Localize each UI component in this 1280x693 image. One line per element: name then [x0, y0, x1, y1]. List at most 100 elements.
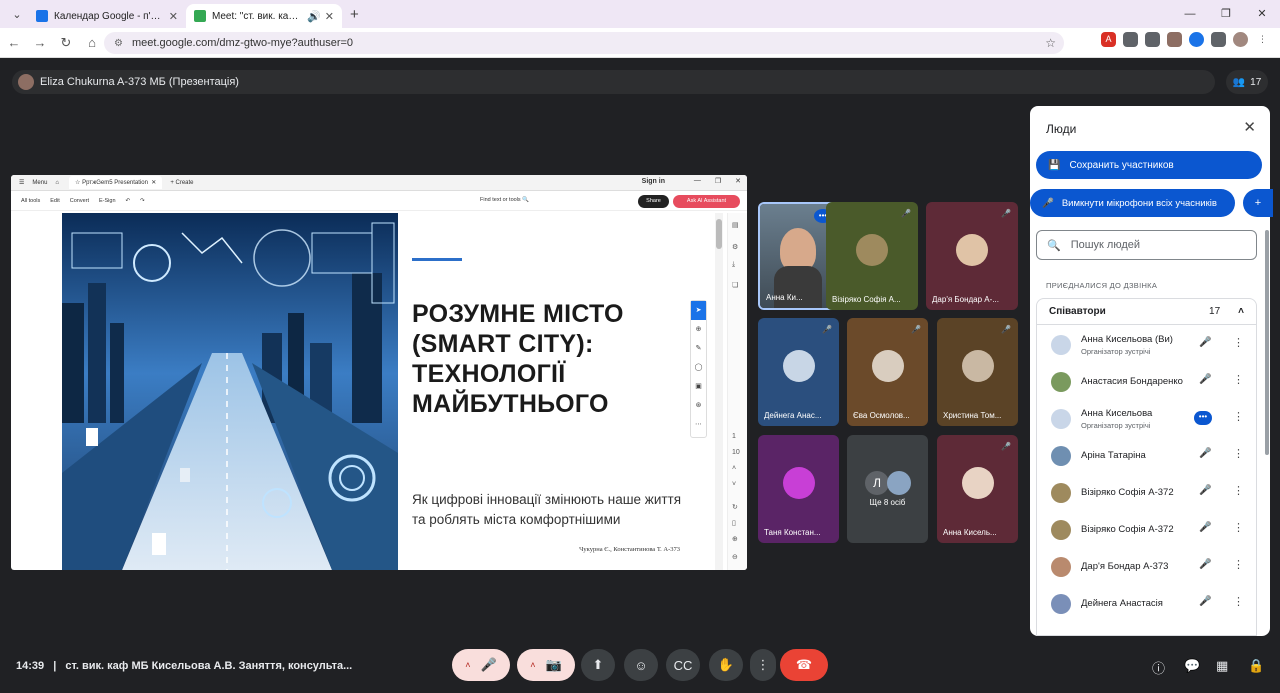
- participant-tile[interactable]: 🎤 Анна Кисель...: [937, 435, 1018, 543]
- home-icon[interactable]: ⌂: [80, 35, 104, 50]
- list-item[interactable]: Анастасия Бондаренко 🎤 ⋮: [1037, 363, 1256, 399]
- list-item[interactable]: Візіряко Софія А-372 🎤 ⋮: [1037, 511, 1256, 547]
- participant-tile[interactable]: 🎤 Дар'я Бондар А-...: [926, 202, 1018, 310]
- list-item[interactable]: Анна Кисельова Організатор зустрічі ••• …: [1037, 400, 1256, 436]
- site-info-icon[interactable]: ⚙: [114, 38, 123, 49]
- more-options-icon[interactable]: ⋮: [1233, 336, 1244, 349]
- participant-tile[interactable]: 🎤 Христина Том...: [937, 318, 1018, 426]
- people-icon: 👥: [1232, 76, 1246, 88]
- avatar: [1051, 446, 1071, 466]
- tab-meet[interactable]: Meet: "ст. вик. каф МБ Кисе 🔊 ✕: [186, 4, 342, 28]
- new-tab-button[interactable]: +: [350, 6, 359, 23]
- add-people-button[interactable]: +: [1243, 189, 1273, 217]
- list-item[interactable]: Дейнега Анастасія 🎤 ⋮: [1037, 585, 1256, 621]
- camera-off-icon: 📷: [545, 657, 562, 672]
- avatar: [856, 234, 888, 266]
- info-icon[interactable]: ⓘ: [1152, 658, 1165, 677]
- more-participants-tile[interactable]: Л Ще 8 осіб: [847, 435, 928, 543]
- profile-avatar[interactable]: [1233, 32, 1248, 47]
- more-options-icon[interactable]: ⋮: [1233, 558, 1244, 571]
- chat-icon[interactable]: 💬: [1184, 658, 1200, 674]
- url-field[interactable]: ⚙ meet.google.com/dmz-gtwo-mye?authuser=…: [104, 32, 1064, 54]
- menu-icon: ☰: [19, 180, 25, 186]
- mic-off-icon[interactable]: 🎤: [1199, 522, 1211, 533]
- close-icon: ✕: [147, 180, 157, 186]
- list-item[interactable]: Візіряко Софія А-372 🎤 ⋮: [1037, 474, 1256, 510]
- chevron-up-icon[interactable]: ˄: [530, 660, 535, 670]
- menu-icon[interactable]: ⋮: [1255, 32, 1270, 47]
- participant-tile[interactable]: 🎤 Візіряко Софія А...: [826, 202, 918, 310]
- mic-off-icon: 🎤: [480, 657, 497, 672]
- avatar: [961, 350, 994, 382]
- avatar: [956, 234, 988, 266]
- mic-off-icon[interactable]: 🎤: [1199, 559, 1211, 570]
- more-options-button[interactable]: ⋮: [750, 649, 776, 681]
- window-close-icon[interactable]: ✕: [1244, 0, 1280, 28]
- search-icon: 🔍: [1047, 239, 1061, 252]
- person-role: Організатор зустрічі: [1081, 347, 1151, 356]
- chevron-up-icon[interactable]: ˄: [465, 660, 470, 670]
- camera-toggle-button[interactable]: ˄ 📷: [517, 649, 575, 681]
- avatar: [1051, 520, 1071, 540]
- participants-button[interactable]: 👥 17: [1226, 70, 1268, 94]
- close-panel-icon[interactable]: ✕: [1243, 118, 1256, 136]
- leave-call-button[interactable]: ☎: [780, 649, 828, 681]
- mute-all-button[interactable]: 🎤 Вимкнути мікрофони всіх учасників: [1030, 189, 1235, 217]
- calendar-icon: [36, 10, 48, 22]
- mic-off-icon[interactable]: 🎤: [1199, 596, 1211, 607]
- more-options-icon[interactable]: ⋮: [1233, 410, 1244, 423]
- screenshot-icon[interactable]: [1145, 32, 1160, 47]
- meet-stage: Eliza Chukurna A-373 МБ (Презентація) 👥 …: [0, 58, 1280, 693]
- more-options-icon[interactable]: ⋮: [1233, 595, 1244, 608]
- reload-icon[interactable]: ↻: [54, 35, 78, 51]
- extension-icon[interactable]: [1167, 32, 1182, 47]
- mic-toggle-button[interactable]: ˄ 🎤: [452, 649, 510, 681]
- extension-icon[interactable]: [1123, 32, 1138, 47]
- captions-button[interactable]: CC: [666, 649, 700, 681]
- extension-icon[interactable]: [1189, 32, 1204, 47]
- speaking-icon: •••: [1194, 411, 1212, 425]
- close-icon[interactable]: ✕: [325, 10, 334, 23]
- list-item[interactable]: Анна Кисельова (Ви) Організатор зустрічі…: [1037, 326, 1256, 362]
- list-item[interactable]: Аріна Татаріна 🎤 ⋮: [1037, 437, 1256, 473]
- shared-window-controls: — ❐ ✕: [693, 177, 741, 185]
- participant-tile[interactable]: Таня Констан...: [758, 435, 839, 543]
- search-placeholder: Пошук людей: [1070, 239, 1141, 251]
- presenter-pill[interactable]: Eliza Chukurna A-373 МБ (Презентація): [12, 70, 1215, 94]
- present-button[interactable]: ⬆: [581, 649, 615, 681]
- more-options-icon[interactable]: ⋮: [1233, 484, 1244, 497]
- more-options-icon[interactable]: ⋮: [1233, 447, 1244, 460]
- panel-scrollbar[interactable]: [1265, 230, 1269, 455]
- close-icon[interactable]: ✕: [169, 10, 178, 23]
- forward-icon[interactable]: →: [28, 35, 52, 50]
- participant-tile[interactable]: 🎤 Єва Осмолов...: [847, 318, 928, 426]
- raise-hand-button[interactable]: ✋: [709, 649, 743, 681]
- puzzle-icon[interactable]: [1211, 32, 1226, 47]
- back-icon[interactable]: ←: [2, 35, 26, 50]
- more-options-icon[interactable]: ⋮: [1233, 373, 1244, 386]
- participant-tile[interactable]: 🎤 Дейнега Анас...: [758, 318, 839, 426]
- tab-calendar[interactable]: Календар Google - п'ятниця, 1 ✕: [28, 4, 186, 28]
- restore-icon[interactable]: ❐: [1208, 0, 1244, 28]
- save-participants-button[interactable]: 💾 Сохранить участников: [1036, 151, 1262, 179]
- list-item[interactable]: Дар'я Бондар А-373 🎤 ⋮: [1037, 548, 1256, 584]
- mic-off-icon[interactable]: 🎤: [1199, 448, 1211, 459]
- adblock-icon[interactable]: A: [1101, 32, 1116, 47]
- bookmark-star-icon[interactable]: ☆: [1045, 36, 1056, 50]
- avatar: [1051, 483, 1071, 503]
- reactions-button[interactable]: ☺: [624, 649, 658, 681]
- mic-off-icon: 🎤: [1001, 325, 1011, 334]
- tool-all: All tools: [21, 197, 41, 204]
- activities-icon[interactable]: ▦: [1216, 658, 1228, 674]
- tab-search-icon[interactable]: ⌄: [6, 4, 28, 24]
- mic-off-icon[interactable]: 🎤: [1199, 485, 1211, 496]
- avatar: [1051, 372, 1071, 392]
- minimize-icon[interactable]: —: [1172, 0, 1208, 28]
- mic-off-icon[interactable]: 🎤: [1199, 337, 1211, 348]
- search-people-input[interactable]: 🔍 Пошук людей: [1036, 230, 1257, 260]
- group-header[interactable]: Співавтори 17 ˄: [1037, 299, 1256, 325]
- more-options-icon[interactable]: ⋮: [1233, 521, 1244, 534]
- tile-name: Анна Ки...: [766, 293, 803, 302]
- mic-off-icon[interactable]: 🎤: [1199, 374, 1211, 385]
- host-controls-icon[interactable]: 🔒: [1248, 658, 1264, 674]
